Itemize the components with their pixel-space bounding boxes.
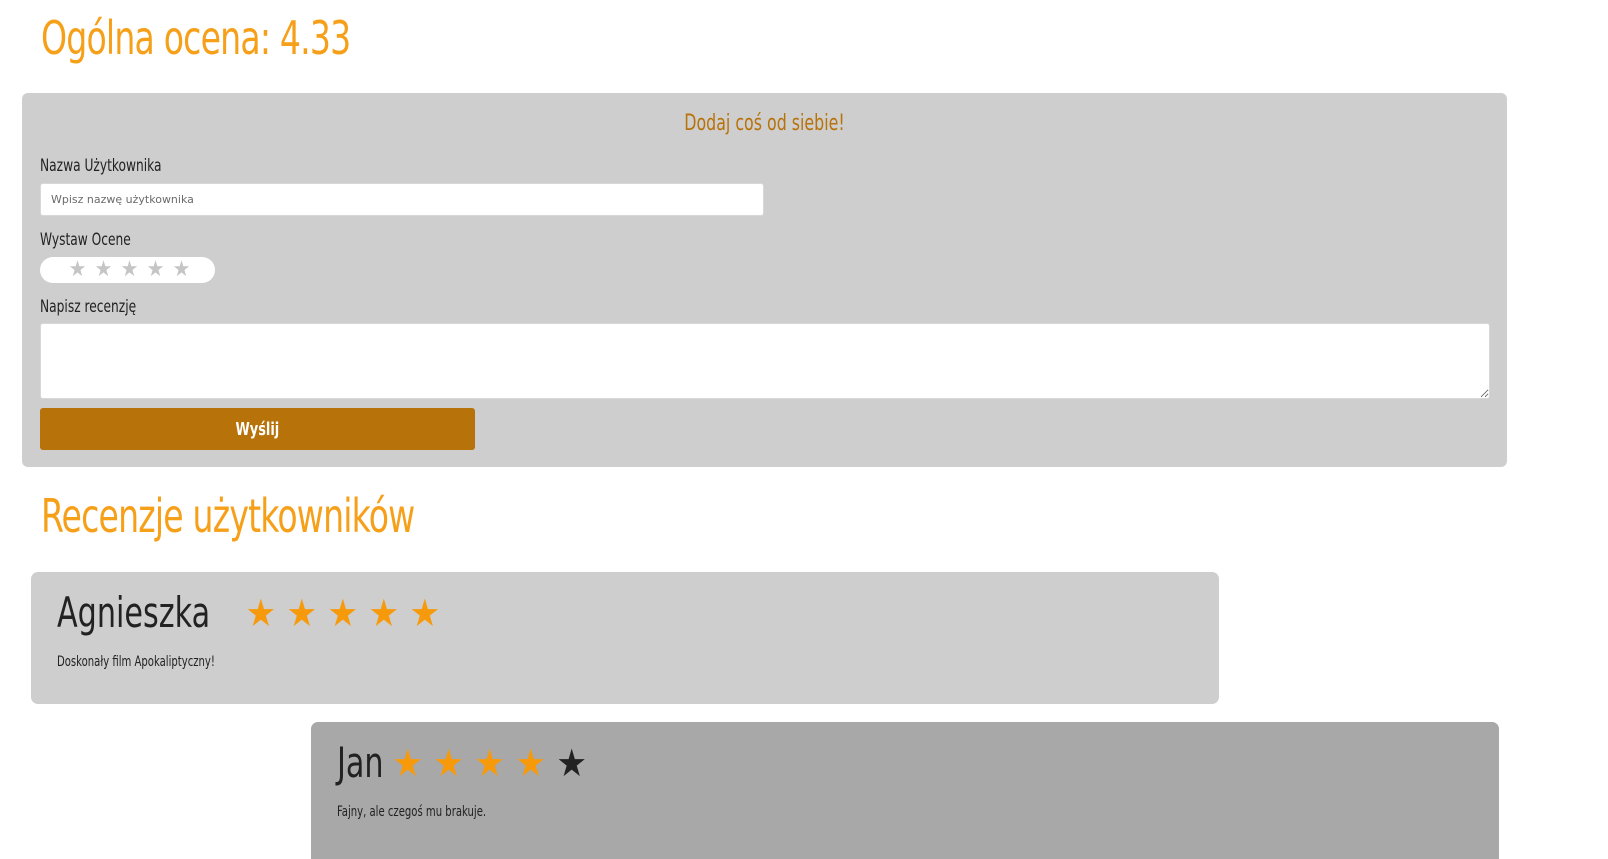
review-header: Agnieszka ★ ★ ★ ★ ★ (57, 586, 445, 640)
page: Ogólna ocena: 4.33 Dodaj coś od siebie! … (0, 0, 1608, 859)
star-filled-icon: ★ (245, 591, 277, 635)
reviews-heading: Recenzje użytkowników (41, 489, 415, 543)
star-filled-icon: ★ (409, 591, 441, 635)
star-filled-icon: ★ (433, 741, 465, 785)
rating-selector[interactable]: ★ ★ ★ ★ ★ (40, 257, 215, 283)
review-card: Agnieszka ★ ★ ★ ★ ★ Doskonały film Apokalipt… (31, 572, 1219, 704)
review-form: Dodaj coś od siebie! Nazwa Użytkownika W… (22, 93, 1507, 467)
rating-star-1[interactable]: ★ (66, 257, 89, 283)
star-filled-icon: ★ (286, 591, 318, 635)
overall-rating-heading: Ogólna ocena: 4.33 (41, 11, 351, 65)
review-stars: ★ ★ ★ ★ ★ (240, 586, 445, 640)
rating-star-5[interactable]: ★ (170, 257, 193, 283)
review-header: Jan ★ ★ ★ ★ ★ (337, 736, 592, 790)
star-filled-icon: ★ (392, 741, 424, 785)
star-filled-icon: ★ (515, 741, 547, 785)
review-label: Napisz recenzję (40, 297, 137, 317)
star-filled-icon: ★ (368, 591, 400, 635)
review-author: Agnieszka (57, 588, 211, 637)
rating-star-3[interactable]: ★ (118, 257, 141, 283)
submit-button[interactable]: Wyślij (40, 408, 475, 450)
review-text: Doskonały film Apokaliptyczny! (57, 654, 215, 670)
review-stars: ★ ★ ★ ★ ★ (387, 736, 592, 790)
star-filled-icon: ★ (474, 741, 506, 785)
submit-button-label: Wyślij (235, 418, 280, 440)
review-author: Jan (337, 738, 384, 787)
review-text: Fajny, ale czegoś mu brakuje. (337, 804, 487, 820)
review-textarea[interactable] (40, 323, 1490, 399)
rating-star-4[interactable]: ★ (144, 257, 167, 283)
form-title: Dodaj coś od siebie! (684, 111, 845, 136)
rating-star-2[interactable]: ★ (92, 257, 115, 283)
username-input[interactable] (40, 183, 764, 216)
username-label: Nazwa Użytkownika (40, 156, 162, 176)
star-empty-icon: ★ (556, 741, 588, 785)
review-card: Jan ★ ★ ★ ★ ★ Fajny, ale czegoś mu brakuje. (311, 722, 1499, 859)
rating-label: Wystaw Ocene (40, 230, 131, 250)
star-filled-icon: ★ (327, 591, 359, 635)
